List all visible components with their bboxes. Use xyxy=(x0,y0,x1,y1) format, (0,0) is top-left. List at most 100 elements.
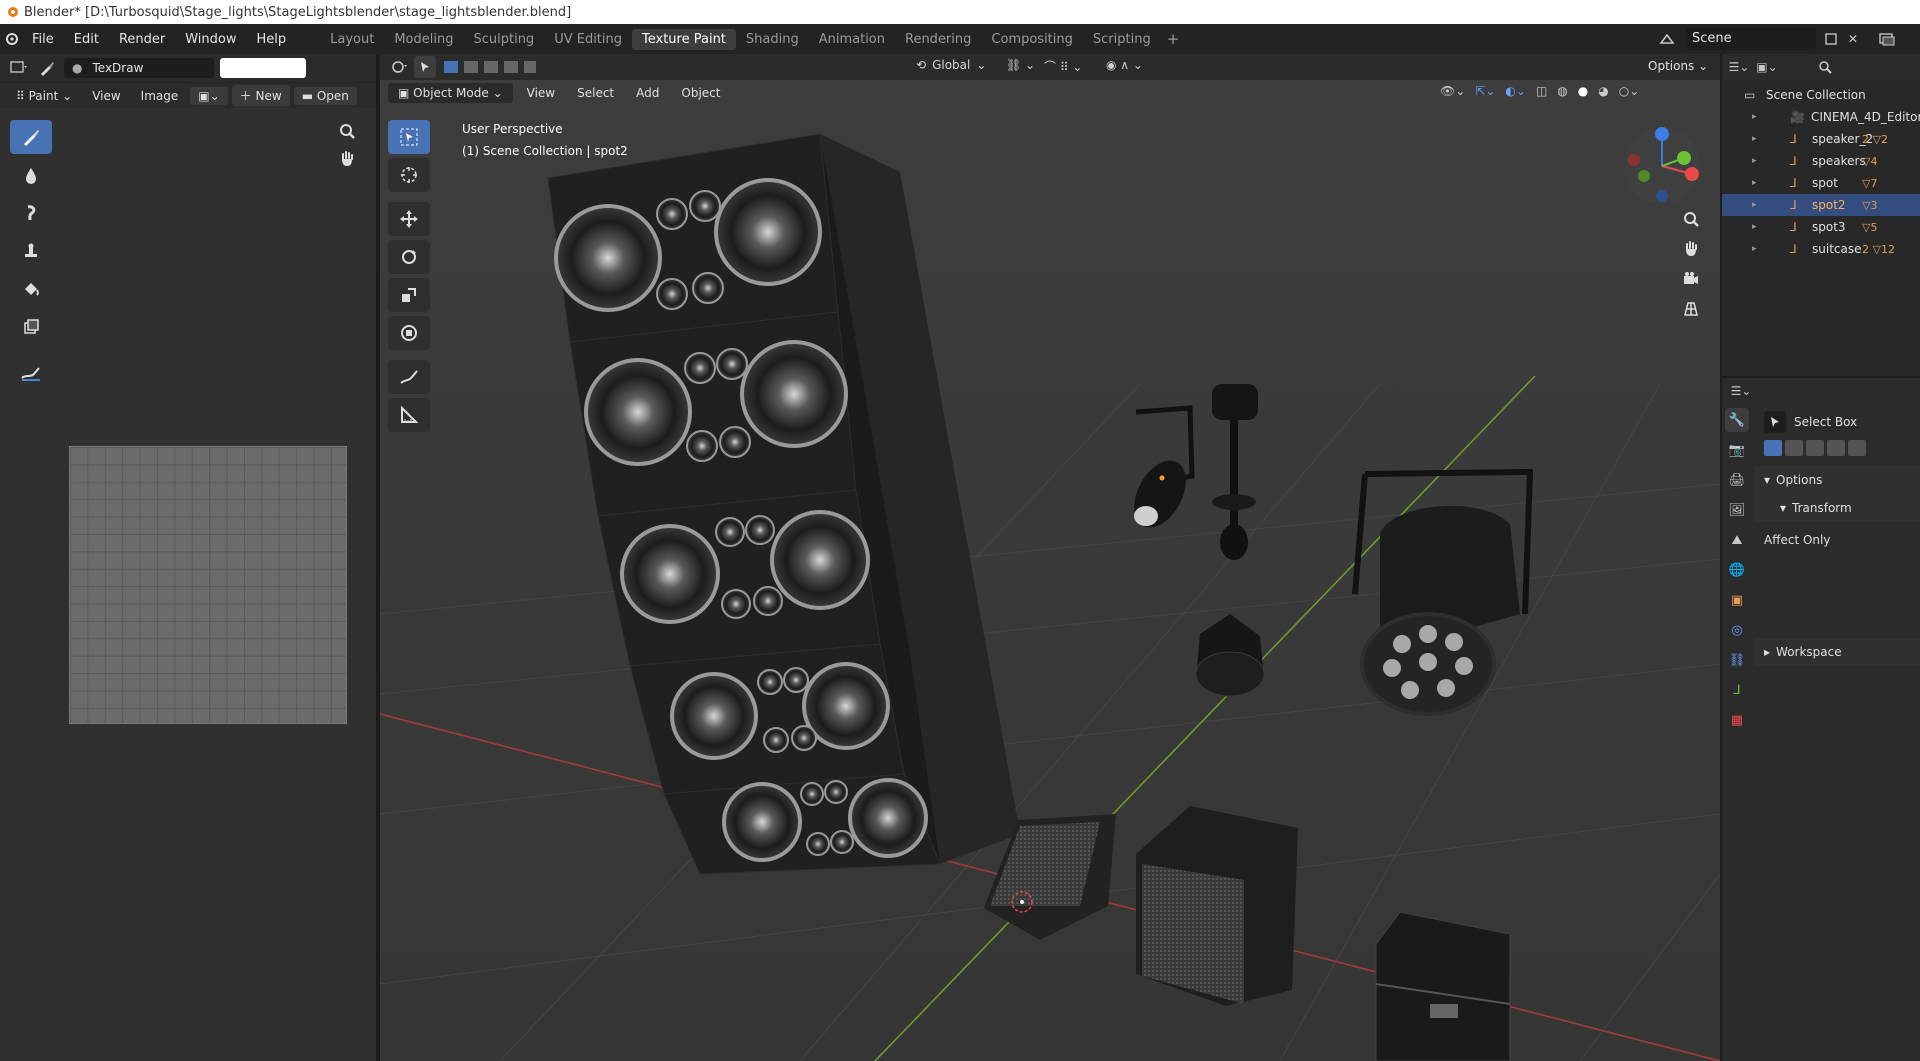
expand-arrow-icon[interactable]: ▸ xyxy=(1752,134,1757,144)
selection-mode-icons[interactable] xyxy=(440,56,540,78)
editor-type-icon[interactable] xyxy=(8,57,30,79)
3d-viewport[interactable]: ⟲ Global ⌄ ⛓ ⌄ ⌒ ⠿ ⌄ ◉ ∧ ⌄ Options ⌄ ▣ O… xyxy=(380,54,1720,1061)
menu-render[interactable]: Render xyxy=(109,32,175,47)
menu-add[interactable]: Add xyxy=(628,84,667,102)
options-dropdown[interactable]: Options ⌄ xyxy=(1640,56,1717,76)
tab-modeling[interactable]: Modeling xyxy=(384,29,463,50)
expand-arrow-icon[interactable]: ▸ xyxy=(1752,200,1757,210)
tab-sculpting[interactable]: Sculpting xyxy=(463,29,544,50)
display-mode-icon[interactable]: ▣⌄ xyxy=(1756,56,1778,78)
tab-shading[interactable]: Shading xyxy=(736,29,809,50)
scene-tab-icon[interactable]: ⛰ xyxy=(1725,528,1749,552)
measure-tool-icon[interactable] xyxy=(388,398,430,432)
open-image-button[interactable]: ▬ Open xyxy=(293,86,357,105)
perspective-toggle-icon[interactable] xyxy=(1680,298,1702,320)
select-box-tool-icon[interactable] xyxy=(388,120,430,154)
annotate-tool-icon[interactable] xyxy=(10,356,52,390)
clone-tool-icon[interactable] xyxy=(10,234,52,268)
add-workspace-icon[interactable]: + xyxy=(1161,30,1186,48)
select-cursor-icon[interactable] xyxy=(414,56,436,78)
mask-tool-icon[interactable] xyxy=(10,310,52,344)
snapping-icon[interactable]: ⌒ ⠿ ⌄ xyxy=(1044,58,1082,75)
image-browse-button[interactable]: ▣⌄ xyxy=(190,86,228,105)
new-image-button[interactable]: ＋ New xyxy=(231,85,290,106)
menu-select[interactable]: Select xyxy=(569,84,622,102)
select-intersect-icon[interactable] xyxy=(1848,440,1866,456)
workspace-panel-header[interactable]: ▸ Workspace xyxy=(1754,638,1920,666)
outliner-item-cinema-4d-editor[interactable]: ▸ 🎥 CINEMA_4D_Editor xyxy=(1722,106,1920,128)
world-tab-icon[interactable]: 🌐 xyxy=(1725,558,1749,582)
menu-file[interactable]: File xyxy=(22,32,64,47)
object-mode-dropdown[interactable]: ▣ Object Mode ⌄ xyxy=(388,83,513,103)
transform-subpanel-header[interactable]: ▾ Transform xyxy=(1754,494,1920,522)
outliner-scene-collection[interactable]: ▭ Scene Collection xyxy=(1722,84,1920,106)
menu-help[interactable]: Help xyxy=(247,32,297,47)
object-tab-icon[interactable]: ▣ xyxy=(1725,588,1749,612)
overlay-toggle-icon[interactable]: ◐⌄ xyxy=(1505,84,1526,98)
viewport-pan-icon[interactable] xyxy=(1680,238,1702,260)
tab-scripting[interactable]: Scripting xyxy=(1083,29,1161,50)
expand-arrow-icon[interactable]: ▸ xyxy=(1752,244,1757,254)
select-mode-buttons[interactable] xyxy=(1754,436,1920,460)
outliner-item-speaker-2[interactable]: ▸ ⅃ speaker_2 2 ▽2 xyxy=(1722,128,1920,150)
brush-color-swatch[interactable] xyxy=(220,58,306,78)
tab-animation[interactable]: Animation xyxy=(809,29,895,50)
tab-uv-editing[interactable]: UV Editing xyxy=(544,29,632,50)
outliner-item-spot3[interactable]: ▸ ⅃ spot3 ▽5 xyxy=(1722,216,1920,238)
pivot-point-icon[interactable]: ⛓ ⌄ xyxy=(1006,58,1035,72)
tab-layout[interactable]: Layout xyxy=(320,29,384,50)
scene-name-field[interactable]: Scene xyxy=(1686,28,1816,50)
select-set-icon[interactable] xyxy=(1764,440,1782,456)
gizmo-toggle-icon[interactable]: ⇱⌄ xyxy=(1475,84,1495,98)
blender-menu-icon[interactable] xyxy=(0,28,22,50)
scale-tool-icon[interactable] xyxy=(388,278,430,312)
xray-toggle-icon[interactable]: ◫ xyxy=(1536,84,1547,98)
select-subtract-icon[interactable] xyxy=(1806,440,1824,456)
expand-arrow-icon[interactable]: ▸ xyxy=(1752,222,1757,232)
outliner-item-suitcase[interactable]: ▸ ⅃ suitcase 2 ▽12 xyxy=(1722,238,1920,260)
move-tool-icon[interactable] xyxy=(388,202,430,236)
expand-arrow-icon[interactable]: ▸ xyxy=(1752,112,1757,122)
tab-compositing[interactable]: Compositing xyxy=(981,29,1083,50)
visibility-icon[interactable]: 👁⌄ xyxy=(1440,84,1465,98)
tab-rendering[interactable]: Rendering xyxy=(895,29,981,50)
annotate-3d-tool-icon[interactable] xyxy=(388,360,430,394)
material-shading-icon[interactable]: ◕ xyxy=(1598,84,1608,98)
camera-view-icon[interactable] xyxy=(1680,268,1702,290)
new-scene-icon[interactable] xyxy=(1820,28,1842,50)
tool-tab-icon[interactable]: 🔧 xyxy=(1725,408,1749,432)
cursor-tool-icon[interactable] xyxy=(388,158,430,192)
render-tab-icon[interactable]: 📷 xyxy=(1725,438,1749,462)
draw-brush-tool-icon[interactable] xyxy=(10,120,52,154)
viewport-editor-type-icon[interactable] xyxy=(388,56,410,78)
soften-tool-icon[interactable] xyxy=(10,158,52,192)
brush-name-field[interactable]: ● TexDraw xyxy=(64,58,214,78)
outliner-item-speakers[interactable]: ▸ ⅃ speakers ▽4 xyxy=(1722,150,1920,172)
fill-tool-icon[interactable] xyxy=(10,272,52,306)
image-canvas-grid[interactable] xyxy=(69,446,347,724)
select-extend-icon[interactable] xyxy=(1785,440,1803,456)
menu-object[interactable]: Object xyxy=(673,84,728,102)
transform-tool-icon[interactable] xyxy=(388,316,430,350)
texture-tab-icon[interactable]: ▦ xyxy=(1725,708,1749,732)
menu-view-3d[interactable]: View xyxy=(519,84,563,102)
zoom-icon[interactable] xyxy=(336,120,358,142)
physics-tab-icon[interactable]: ◎ xyxy=(1725,618,1749,642)
rotate-tool-icon[interactable] xyxy=(388,240,430,274)
scene-selector-icon[interactable] xyxy=(1656,28,1678,50)
solid-shading-icon[interactable]: ● xyxy=(1578,84,1588,98)
wireframe-shading-icon[interactable]: ◍ xyxy=(1557,84,1567,98)
outliner-search-icon[interactable] xyxy=(1814,56,1836,78)
transform-orientation-dropdown[interactable]: ⟲ Global ⌄ xyxy=(916,58,986,72)
outliner-editor-type-icon[interactable]: ☰⌄ xyxy=(1728,56,1750,78)
select-invert-icon[interactable] xyxy=(1827,440,1845,456)
properties-editor-type-icon[interactable]: ☰⌄ xyxy=(1730,380,1752,402)
brush-icon[interactable] xyxy=(36,57,58,79)
proportional-edit-icon[interactable]: ◉ ∧ ⌄ xyxy=(1106,58,1143,72)
outliner-item-spot2[interactable]: ▸ ⅃ spot2 ▽3 xyxy=(1722,194,1920,216)
expand-arrow-icon[interactable]: ▸ xyxy=(1752,178,1757,188)
options-panel-header[interactable]: ▾ Options xyxy=(1754,466,1920,494)
menu-image[interactable]: Image xyxy=(133,87,187,105)
menu-window[interactable]: Window xyxy=(175,32,246,47)
outliner-item-spot[interactable]: ▸ ⅃ spot ▽7 xyxy=(1722,172,1920,194)
